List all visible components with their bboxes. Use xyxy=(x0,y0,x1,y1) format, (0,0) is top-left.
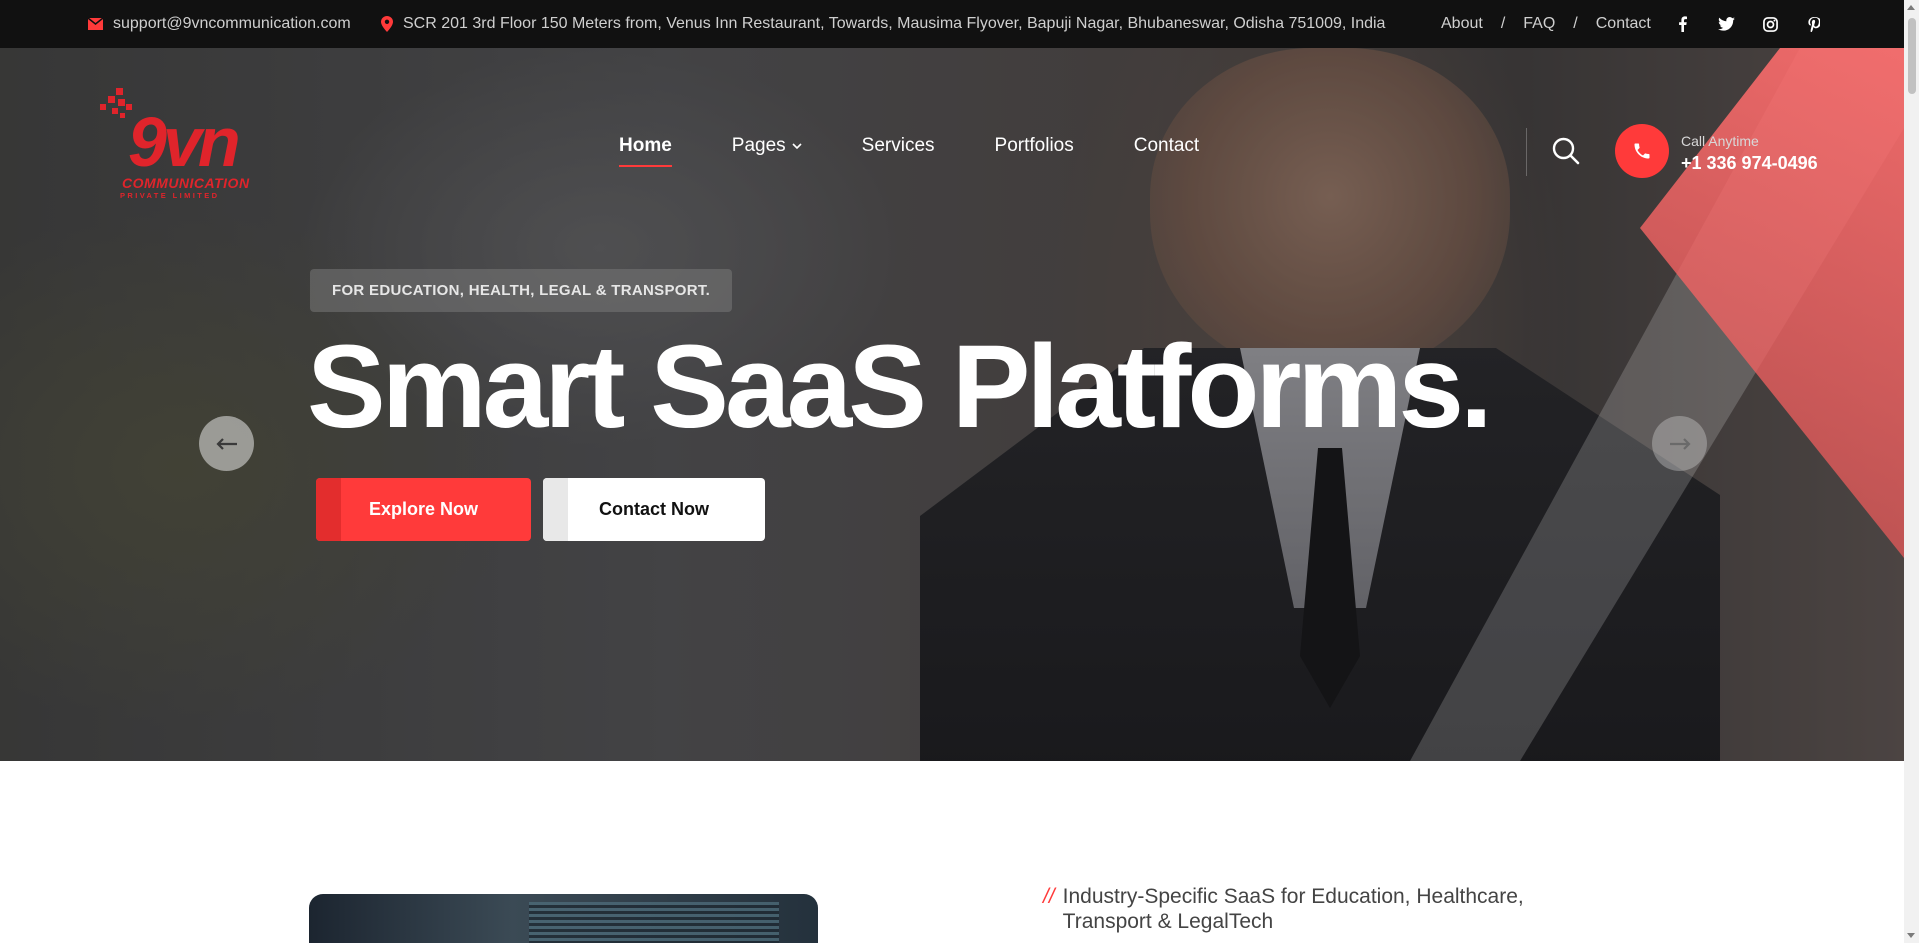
topbar-email[interactable]: support@9vncommunication.com xyxy=(88,0,351,48)
main-navigation: Home Pages Services Portfolios Contact xyxy=(619,135,1259,167)
nav-item-portfolios[interactable]: Portfolios xyxy=(995,135,1074,157)
topbar-links: About / FAQ / Contact xyxy=(1441,0,1651,48)
button-edge xyxy=(543,478,568,541)
site-logo[interactable]: 9vn COMMUNICATION PRIVATE LIMITED xyxy=(100,86,280,206)
arrow-right-icon xyxy=(1669,437,1691,450)
nav-label: Services xyxy=(861,135,935,156)
link-separator: / xyxy=(1500,15,1506,32)
call-number[interactable]: +1 336 974-0496 xyxy=(1681,153,1818,174)
topbar-link-faq[interactable]: FAQ xyxy=(1523,15,1555,33)
button-label: Explore Now xyxy=(368,499,479,519)
about-image xyxy=(309,894,818,943)
top-bar: support@9vncommunication.com SCR 201 3rd… xyxy=(0,0,1904,48)
slider-next-button[interactable] xyxy=(1652,416,1707,471)
logo-line2: PRIVATE LIMITED xyxy=(120,191,219,200)
call-button[interactable] xyxy=(1615,124,1669,178)
search-icon xyxy=(1552,137,1580,165)
pinterest-icon[interactable] xyxy=(1805,15,1823,33)
about-subtitle: // Industry-Specific SaaS for Education,… xyxy=(1043,884,1563,934)
header-divider xyxy=(1526,128,1527,176)
link-separator: / xyxy=(1573,15,1578,32)
nav-label: Contact xyxy=(1133,135,1200,156)
address-text: SCR 201 3rd Floor 150 Meters from, Venus… xyxy=(403,15,1386,32)
nav-label: Home xyxy=(619,135,672,156)
logo-line1: COMMUNICATION xyxy=(122,175,250,191)
scroll-up-icon[interactable] xyxy=(1907,5,1915,10)
arrow-left-icon xyxy=(215,437,237,450)
twitter-icon[interactable] xyxy=(1717,15,1735,33)
about-image-window xyxy=(529,902,779,943)
facebook-icon[interactable] xyxy=(1673,15,1691,33)
instagram-icon[interactable] xyxy=(1761,15,1779,33)
hero-tagline: FOR EDUCATION, HEALTH, LEGAL & TRANSPORT… xyxy=(310,269,733,312)
explore-now-button[interactable]: Explore Now xyxy=(316,478,531,541)
nav-item-home[interactable]: Home xyxy=(619,135,672,167)
nav-item-pages[interactable]: Pages xyxy=(732,135,802,157)
topbar-link-contact[interactable]: Contact xyxy=(1596,15,1651,33)
button-edge xyxy=(316,478,341,541)
nav-item-services[interactable]: Services xyxy=(862,135,935,157)
social-links xyxy=(1673,0,1823,48)
hero-headline: Smart SaaS Platforms. xyxy=(307,321,1493,453)
slider-prev-button[interactable] xyxy=(199,416,254,471)
page-scrollbar[interactable] xyxy=(1904,0,1919,943)
chevron-down-icon xyxy=(792,142,802,149)
phone-icon xyxy=(1634,143,1650,159)
topbar-address: SCR 201 3rd Floor 150 Meters from, Venus… xyxy=(381,0,1385,48)
call-label: Call Anytime xyxy=(1681,133,1759,149)
nav-label: Portfolios xyxy=(994,135,1074,156)
contact-now-button[interactable]: Contact Now xyxy=(543,478,765,541)
subtitle-text: Industry-Specific SaaS for Education, He… xyxy=(1062,885,1524,933)
button-label: Contact Now xyxy=(599,499,709,519)
nav-item-contact[interactable]: Contact xyxy=(1134,135,1199,157)
nav-label: Pages xyxy=(731,135,786,156)
email-text[interactable]: support@9vncommunication.com xyxy=(113,15,351,33)
search-button[interactable] xyxy=(1551,136,1581,166)
topbar-link-about[interactable]: About xyxy=(1441,15,1483,33)
logo-brand: 9vn xyxy=(128,103,238,181)
scroll-down-icon[interactable] xyxy=(1907,933,1915,938)
subtitle-slashes: // xyxy=(1043,885,1055,908)
envelope-icon xyxy=(88,18,103,30)
scrollbar-thumb[interactable] xyxy=(1908,18,1916,94)
map-pin-icon xyxy=(381,16,393,32)
